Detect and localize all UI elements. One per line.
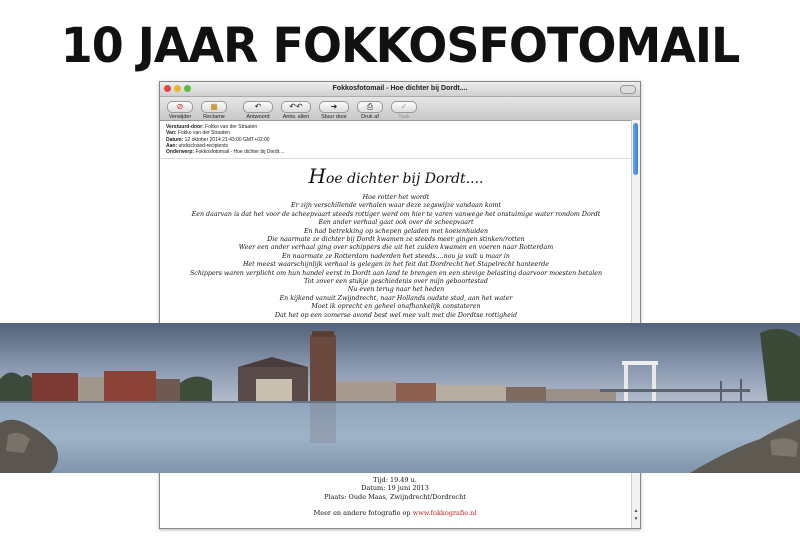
message-lines: Hoe rotter het wordt Er zijn verschillend… bbox=[160, 194, 632, 320]
reply-button[interactable]: ↶ Antwoord bbox=[240, 101, 276, 120]
footer-date: Datum: 19 juni 2013 bbox=[361, 484, 429, 493]
body-line: Een ander verhaal gaat ook over de schee… bbox=[318, 219, 474, 227]
banner-title: 10 JAAR FOKKOSFOTOMAIL bbox=[60, 16, 741, 74]
message-body: Hoe dichter bij Dordt.... Hoe rotter het… bbox=[160, 160, 632, 320]
footer-time: Tijd: 19.49 u. bbox=[373, 476, 417, 484]
scroll-down-arrow-icon[interactable]: ▼ bbox=[633, 516, 639, 522]
body-line: En had betrekking op schepen geladen met… bbox=[303, 227, 489, 235]
message-header: Verstuurd-door: Fokko van der Straaten V… bbox=[160, 121, 640, 160]
scroll-up-arrow-icon[interactable]: ▲ bbox=[633, 508, 639, 514]
task-icon: ✓ bbox=[391, 101, 417, 113]
panorama-photo bbox=[0, 323, 800, 473]
window-controls bbox=[164, 85, 191, 92]
print-icon: ⎙ bbox=[357, 101, 383, 113]
body-line: En naarmate ze Rotterdam naderden het st… bbox=[282, 252, 510, 260]
reply-icon: ↶ bbox=[243, 101, 273, 113]
body-line: Die naarmate ze dichter bij Dordt kwamen… bbox=[267, 236, 525, 244]
message-footer: Tijd: 19.49 u. Datum: 19 juni 2013 Plaat… bbox=[159, 476, 631, 518]
body-line: Een daarvan is dat het voor de scheepvaa… bbox=[191, 210, 601, 218]
delete-icon: ⊘ bbox=[167, 101, 193, 113]
toolbar: ⊘ Verwijder ▦ Reclame ↶ Antwoord ↶↶ Antw… bbox=[160, 97, 640, 121]
body-line: Er zijn verschillende verhalen waar deze… bbox=[290, 202, 502, 210]
junk-button[interactable]: ▦ Reclame bbox=[198, 101, 230, 120]
body-line: Moet ik oprecht en geheel onafhankelijk … bbox=[311, 303, 481, 311]
message-subject: Hoe dichter bij Dordt.... bbox=[308, 164, 484, 188]
body-line: Het meest waarschijnlijk verhaal is gele… bbox=[242, 261, 550, 269]
body-line: Weer een ander verhaal ging over schippe… bbox=[238, 244, 554, 252]
header-row: Onderwerp: Fokkosfotomail - Hoe dichter … bbox=[166, 149, 285, 156]
body-line: En kijkend vanuit Zwijndrecht, naar Holl… bbox=[279, 294, 513, 302]
window-title: Fokkosfotomail - Hoe dichter bij Dordt..… bbox=[332, 85, 468, 92]
body-line: Nu even terug naar het heden bbox=[347, 286, 445, 294]
toolbar-toggle-button[interactable] bbox=[620, 85, 636, 94]
body-line: Hoe rotter het wordt bbox=[362, 194, 430, 201]
title-bar: Fokkosfotomail - Hoe dichter bij Dordt..… bbox=[160, 82, 640, 97]
task-button[interactable]: ✓ Taak bbox=[388, 101, 420, 120]
body-line: Dat het op een zomerse avond best wel me… bbox=[275, 311, 517, 319]
scrollbar-thumb[interactable] bbox=[633, 123, 638, 175]
junk-icon: ▦ bbox=[201, 101, 227, 113]
close-button[interactable] bbox=[164, 85, 171, 92]
reply-all-button[interactable]: ↶↶ Antw. allen bbox=[278, 101, 314, 120]
delete-button[interactable]: ⊘ Verwijder bbox=[164, 101, 196, 120]
dordrecht-skyline-image bbox=[0, 323, 800, 473]
minimize-button[interactable] bbox=[174, 85, 181, 92]
footer-place: Plaats: Oude Maas, Zwijndrecht/Dordrecht bbox=[324, 492, 466, 501]
print-button[interactable]: ⎙ Druk af bbox=[354, 101, 386, 120]
zoom-button[interactable] bbox=[184, 85, 191, 92]
website-link[interactable]: www.fokkografie.nl bbox=[413, 509, 477, 517]
forward-icon: ➜ bbox=[319, 101, 349, 113]
footer-more: Meer en andere fotografie op www.fokkogr… bbox=[313, 509, 477, 518]
body-line: Schippers waren verplicht om hun handel … bbox=[189, 269, 602, 277]
forward-button[interactable]: ➜ Stuur door bbox=[316, 101, 352, 120]
reply-all-icon: ↶↶ bbox=[281, 101, 311, 113]
body-line: Tot zover een stukje geschiedenis over m… bbox=[304, 278, 488, 286]
